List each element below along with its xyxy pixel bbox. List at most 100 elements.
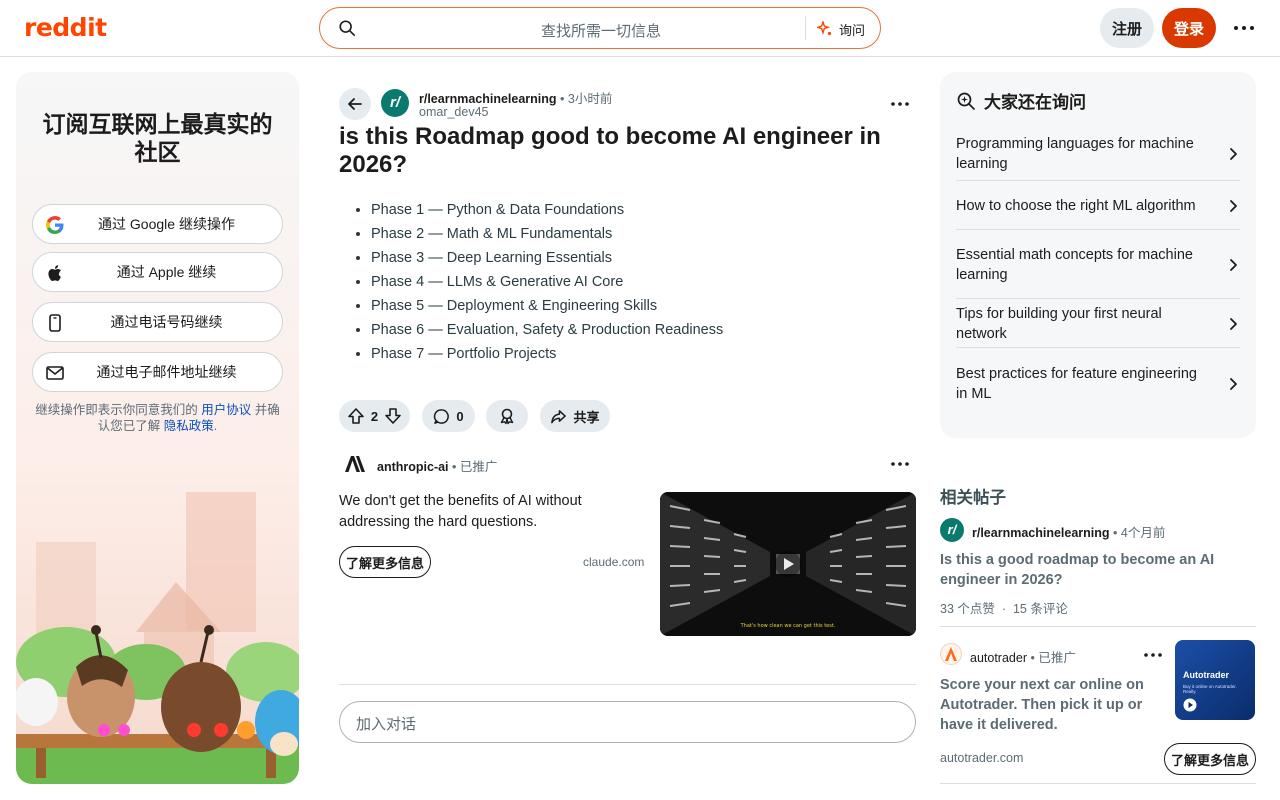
- vote-count: 2: [370, 408, 379, 424]
- vote-bar: 2: [339, 400, 410, 432]
- related-post-meta: r/learnmachinelearning • 4个月前: [972, 526, 1166, 540]
- search-placeholder: 查找所需一切信息: [540, 23, 661, 40]
- comment-count: 0: [456, 408, 464, 424]
- question-text: Best practices for feature engineering i…: [956, 366, 1197, 402]
- ad-promoted-tag: 已推广: [459, 460, 498, 474]
- phone-continue-label: 通过电话号码继续: [110, 314, 223, 330]
- autotrader-learn-more-button[interactable]: 了解更多信息: [1164, 743, 1256, 775]
- chevron-right-icon: [1230, 148, 1237, 160]
- legal-suffix: .: [213, 419, 218, 433]
- people-also-ask-card: 大家还在询问 Programming languages for machine…: [940, 72, 1256, 438]
- chevron-right-icon: [1230, 317, 1237, 330]
- ad-advertiser[interactable]: anthropic-ai: [377, 460, 449, 474]
- phone-continue-button[interactable]: 通过电话号码继续: [32, 302, 283, 342]
- ad-video-thumbnail[interactable]: That's how clean we can get this test.: [660, 492, 916, 636]
- question-item[interactable]: Best practices for feature engineering i…: [956, 349, 1240, 419]
- signup-panel: 订阅互联网上最真实的社区 通过 Google 继续操作 通过 Apple 继续 …: [16, 72, 299, 784]
- question-text: Essential math concepts for machine lear…: [956, 246, 1193, 283]
- comment-input[interactable]: 加入对话: [339, 701, 916, 743]
- autotrader-advertiser[interactable]: autotrader: [970, 651, 1027, 665]
- roadmap-list: Phase 1 — Python & Data Foundations Phas…: [371, 200, 723, 368]
- ask-button[interactable]: 询问: [817, 16, 865, 42]
- related-post-stats: 33 个点赞 · 15 条评论: [940, 602, 1068, 616]
- question-text: Tips for building your first neural netw…: [956, 305, 1162, 342]
- post-options-icon[interactable]: [890, 101, 910, 107]
- upvote-icon[interactable]: [347, 407, 365, 425]
- list-item: Phase 4 — LLMs & Generative AI Core: [371, 272, 723, 296]
- question-item[interactable]: Essential math concepts for machine lear…: [956, 231, 1240, 299]
- subreddit-link[interactable]: r/learnmachinelearning: [419, 92, 557, 106]
- email-continue-button[interactable]: 通过电子邮件地址继续: [32, 352, 283, 392]
- chevron-right-icon: [1230, 258, 1237, 271]
- ad-text: We don't get the benefits of AI without …: [339, 493, 582, 530]
- google-continue-button[interactable]: 通过 Google 继续操作: [32, 204, 283, 244]
- autotrader-ad-meta: autotrader • 已推广: [970, 651, 1076, 665]
- subreddit-avatar[interactable]: r/: [381, 89, 409, 117]
- google-icon: [46, 216, 64, 234]
- list-item: Phase 6 — Evaluation, Safety & Productio…: [371, 320, 723, 344]
- post-title: is this Roadmap good to become AI engine…: [339, 123, 881, 178]
- sparkle-icon: [817, 21, 832, 36]
- autotrader-logo-icon[interactable]: [940, 643, 962, 665]
- related-divider: [940, 783, 1256, 784]
- autotrader-ad-image[interactable]: Autotrader Buy it online on Autotrader. …: [1175, 640, 1255, 720]
- snoo-illustration: [16, 492, 299, 784]
- apple-continue-label: 通过 Apple 继续: [116, 264, 217, 280]
- post-time: 3小时前: [567, 92, 613, 106]
- share-button[interactable]: 共享: [540, 400, 610, 432]
- legal-prefix: 继续操作即表示你同意我们的: [35, 403, 198, 417]
- ad-image-caption: That's how clean we can get this test.: [740, 623, 836, 629]
- list-item: Phase 3 — Deep Learning Essentials: [371, 248, 723, 272]
- autotrader-options-icon[interactable]: [1143, 652, 1163, 658]
- related-upvotes: 33 个点赞: [940, 602, 995, 616]
- chevron-right-icon: [1230, 378, 1237, 390]
- list-item: Phase 2 — Math & ML Fundamentals: [371, 224, 723, 248]
- award-icon: [500, 408, 514, 425]
- section-divider: [339, 684, 916, 685]
- user-agreement-link[interactable]: 用户协议: [201, 403, 251, 417]
- server-corridor-image: That's how clean we can get this test.: [660, 492, 916, 636]
- question-item[interactable]: Tips for building your first neural netw…: [956, 300, 1240, 348]
- share-icon: [551, 409, 567, 423]
- arrow-left-icon: [348, 98, 362, 110]
- post-author[interactable]: omar_dev45: [419, 105, 489, 119]
- question-text: How to choose the right ML algorithm: [956, 197, 1196, 214]
- related-posts-title: 相关帖子: [940, 489, 1006, 507]
- question-item[interactable]: Programming languages for machine learni…: [956, 128, 1240, 181]
- list-item: Phase 7 — Portfolio Projects: [371, 344, 723, 368]
- privacy-policy-link[interactable]: 隐私政策: [164, 419, 214, 433]
- mail-icon: [46, 366, 64, 380]
- reddit-logo[interactable]: reddit: [24, 13, 107, 42]
- search-sparkle-icon: [957, 92, 975, 110]
- search-divider: [805, 16, 806, 40]
- email-continue-label: 通过电子邮件地址继续: [96, 364, 237, 380]
- related-subreddit-avatar[interactable]: r/: [940, 518, 964, 542]
- question-text: Programming languages for machine learni…: [956, 136, 1194, 172]
- downvote-icon[interactable]: [384, 407, 402, 425]
- share-label: 共享: [573, 409, 600, 425]
- autotrader-domain[interactable]: autotrader.com: [940, 751, 1023, 765]
- apple-continue-button[interactable]: 通过 Apple 继续: [32, 252, 283, 292]
- related-comments: 15 条评论: [1012, 602, 1068, 616]
- search-bar[interactable]: 查找所需一切信息 询问: [319, 7, 881, 49]
- signup-button[interactable]: 注册: [1100, 8, 1154, 48]
- ask-label: 询问: [839, 22, 866, 38]
- more-options-icon[interactable]: [1232, 18, 1256, 38]
- ad-options-icon[interactable]: [890, 461, 910, 467]
- list-item: Phase 1 — Python & Data Foundations: [371, 200, 723, 224]
- question-item[interactable]: How to choose the right ML algorithm: [956, 182, 1240, 230]
- ad-domain[interactable]: claude.com: [583, 555, 644, 569]
- related-subreddit-link[interactable]: r/learnmachinelearning: [972, 526, 1110, 540]
- comments-button[interactable]: 0: [422, 400, 475, 432]
- legal-notice: 继续操作即表示你同意我们的 用户协议 并确认您已了解 隐私政策.: [32, 402, 283, 434]
- login-button[interactable]: 登录: [1162, 8, 1216, 48]
- back-button[interactable]: [339, 88, 371, 120]
- apple-icon: [48, 265, 61, 281]
- list-item: Phase 5 — Deployment & Engineering Skill…: [371, 296, 723, 320]
- award-button[interactable]: [486, 400, 528, 432]
- autotrader-ad-text: Score your next car online on Autotrader…: [940, 677, 1144, 733]
- ad-learn-more-button[interactable]: 了解更多信息: [339, 546, 431, 578]
- related-post-title[interactable]: Is this a good roadmap to become an AI e…: [940, 550, 1240, 590]
- phone-icon: [49, 314, 61, 332]
- anthropic-logo-icon[interactable]: [343, 454, 367, 474]
